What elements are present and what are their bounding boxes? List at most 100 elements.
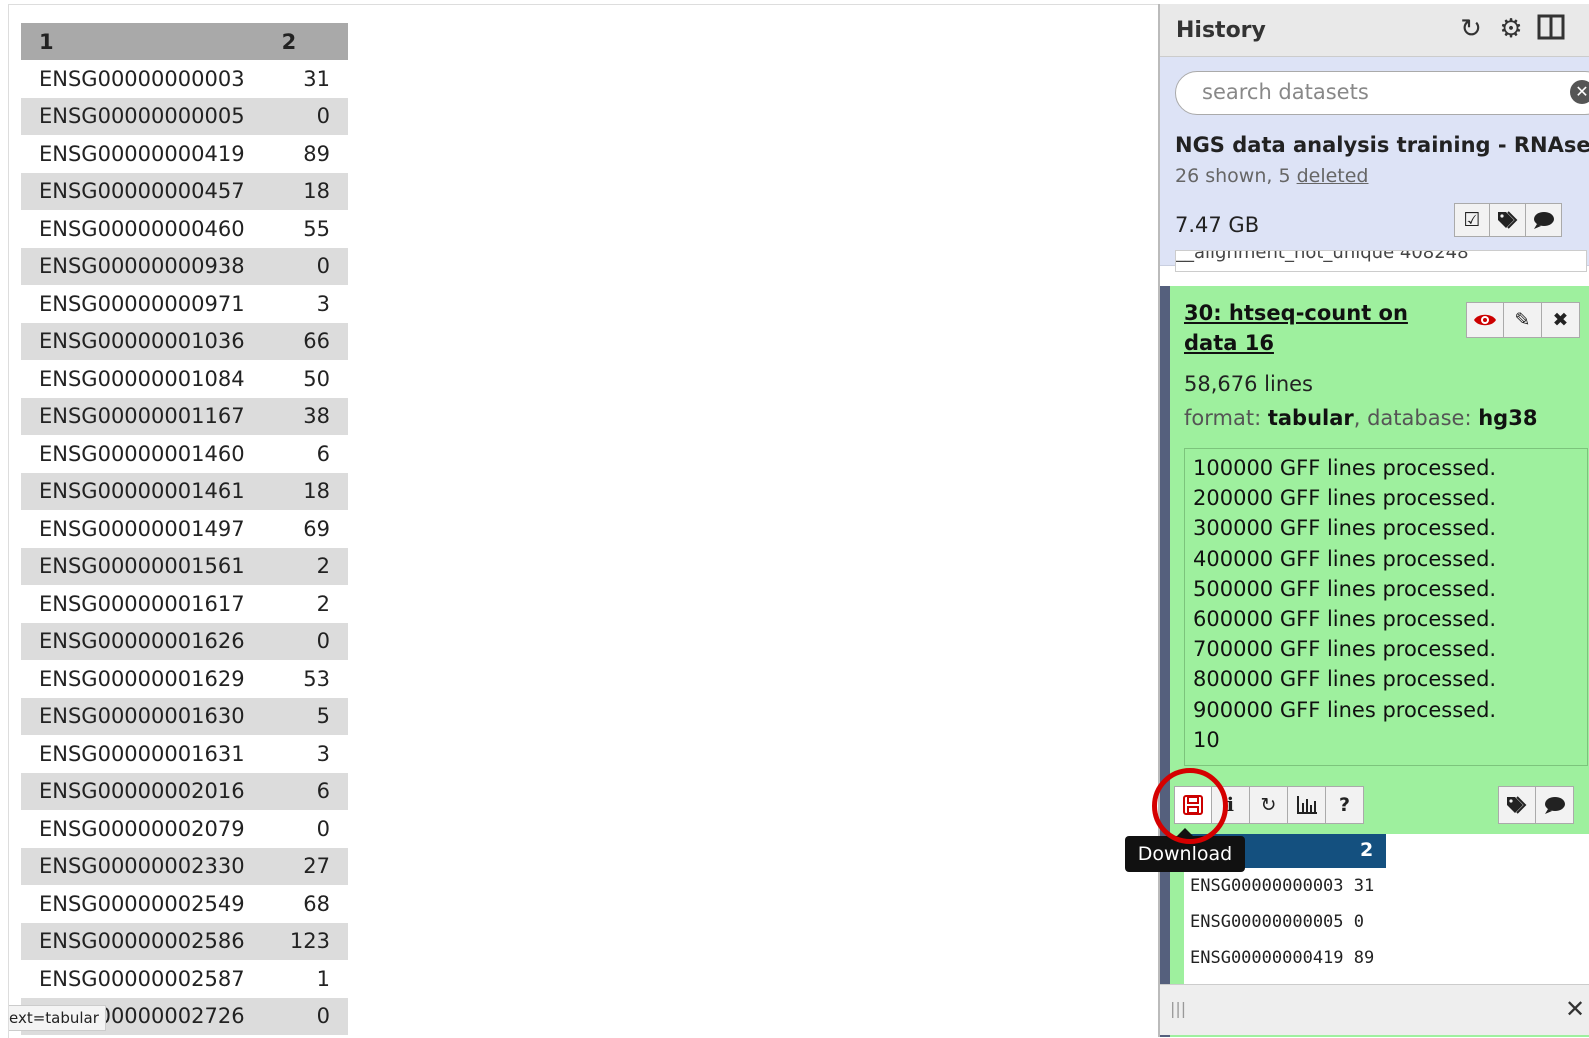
table-row: ENSG00000002330 27 <box>21 847 348 885</box>
table-row: ENSG00000002586 123 <box>21 922 348 960</box>
gene-id-cell: ENSG00000002586 <box>21 922 270 960</box>
dataset-title[interactable]: 30: htseq-count on data 16 <box>1184 298 1454 358</box>
comment-icon[interactable] <box>1526 203 1562 237</box>
info-line: 800000 GFF lines processed. <box>1193 667 1497 692</box>
info-line: 100000 GFF lines processed. <box>1193 456 1497 480</box>
gene-id-cell: ENSG00000000003 <box>39 66 245 91</box>
table-row: ENSG00000000971 3 <box>21 285 348 323</box>
history-footer: ||| ✕ <box>1160 984 1589 1035</box>
count-cell: 1 <box>316 966 330 991</box>
history-counts: 26 shown, 5 deleted <box>1175 165 1369 187</box>
resize-handle-icon[interactable]: ||| <box>1170 999 1186 1018</box>
delete-icon[interactable]: ✖ <box>1542 302 1580 338</box>
count-cell: 6 <box>269 772 348 810</box>
gene-id-cell: ENSG00000002079 <box>39 816 245 841</box>
table-row: ENSG00000001617 2 <box>21 585 348 623</box>
table-row: ENSG00000000460 55 <box>21 210 348 248</box>
comment-icon[interactable] <box>1536 786 1574 824</box>
deleted-link[interactable]: deleted <box>1297 165 1369 187</box>
chart-icon[interactable] <box>1288 786 1326 824</box>
clear-icon[interactable]: ✕ <box>1570 80 1589 104</box>
peek-row: ENSG00000000005 0 <box>1190 912 1364 932</box>
info-line: 600000 GFF lines processed. <box>1193 607 1497 632</box>
gene-id-cell: ENSG00000001630 <box>21 697 270 735</box>
table-header-row: 1 2 <box>21 23 348 60</box>
count-cell: 31 <box>303 66 330 91</box>
table-row: ENSG00000001629 53 <box>21 660 348 698</box>
column-header: 1 <box>21 23 270 60</box>
search-input[interactable]: search datasets ✕ <box>1175 71 1589 115</box>
count-cell: 53 <box>303 666 330 691</box>
center-panel: 1 2 ENSG00000000003 31 ENSG00000000005 0 ENS… <box>8 4 1159 1038</box>
gene-id-cell: ENSG00000000460 <box>39 216 245 241</box>
gene-id-cell: ENSG00000000419 <box>39 141 245 166</box>
table-row: ENSG00000000938 0 <box>21 247 348 285</box>
history-name[interactable]: NGS data analysis training - RNAseq <box>1175 133 1589 157</box>
search-placeholder: search datasets <box>1202 80 1369 104</box>
count-cell: 5 <box>269 697 348 735</box>
table-row: ENSG00000002587 1 <box>21 960 348 998</box>
table-row: ENSG00000002016 6 <box>21 772 348 810</box>
tags-icon[interactable] <box>1490 203 1526 237</box>
table-row: ENSG00000001460 6 <box>21 435 348 473</box>
close-icon[interactable]: ✕ <box>1565 995 1585 1023</box>
count-cell: 2 <box>269 547 348 585</box>
gear-icon[interactable]: ⚙ <box>1496 14 1526 44</box>
count-cell: 55 <box>303 216 330 241</box>
history-info: search datasets ✕ NGS data analysis trai… <box>1160 57 1589 266</box>
table-row: ENSG00000000419 89 <box>21 135 348 173</box>
count-cell: 89 <box>303 141 330 166</box>
columns-icon[interactable] <box>1536 14 1566 44</box>
info-line: 900000 GFF lines processed. <box>1193 697 1497 722</box>
count-cell: 18 <box>269 472 348 510</box>
peek-row: ENSG00000000419 89 <box>1190 948 1375 968</box>
tags-icon[interactable] <box>1498 786 1536 824</box>
gene-id-cell: ENSG00000001629 <box>39 666 245 691</box>
gene-id-cell: ENSG00000001497 <box>39 516 245 541</box>
gene-id-cell: ENSG00000001084 <box>39 366 245 391</box>
dataset-lines: 58,676 lines <box>1184 372 1313 396</box>
table-row: ENSG00000001167 38 <box>21 397 348 435</box>
table-row: ENSG00000001084 50 <box>21 360 348 398</box>
rerun-icon[interactable]: ↻ <box>1250 786 1288 824</box>
gene-id-cell: ENSG00000001460 <box>39 441 245 466</box>
count-cell: 18 <box>269 172 348 210</box>
dataset-primary-actions: ✎ ✖ <box>1466 302 1580 338</box>
dataset-table: 1 2 ENSG00000000003 31 ENSG00000000005 0 ENS… <box>21 23 348 1035</box>
history-header: History ↻ ⚙ <box>1160 4 1589 57</box>
count-cell: 3 <box>316 741 330 766</box>
gene-id-cell: ENSG00000002330 <box>21 847 270 885</box>
count-cell: 0 <box>269 622 348 660</box>
info-line: 300000 GFF lines processed. <box>1193 516 1497 541</box>
column-header: 2 <box>269 23 348 60</box>
count-cell: 68 <box>303 891 330 916</box>
info-line: 200000 GFF lines processed. <box>1193 486 1497 511</box>
help-icon[interactable]: ? <box>1326 786 1364 824</box>
count-cell: 69 <box>303 516 330 541</box>
gene-id-cell: ENSG00000000971 <box>39 291 245 316</box>
eye-icon[interactable] <box>1466 302 1504 338</box>
table-row: ENSG00000001561 2 <box>21 547 348 585</box>
count-cell: 123 <box>269 922 348 960</box>
gene-id-cell: ENSG00000001167 <box>21 397 270 435</box>
count-cell: 0 <box>269 997 348 1035</box>
gene-id-cell: ENSG00000001617 <box>39 591 245 616</box>
history-title: History <box>1176 18 1266 43</box>
count-cell: 50 <box>303 366 330 391</box>
gene-id-cell: ENSG00000001631 <box>39 741 245 766</box>
count-cell: 27 <box>269 847 348 885</box>
gene-id-cell: ENSG00000002016 <box>21 772 270 810</box>
previous-dataset-item[interactable]: __alignment_not_unique 408248 <box>1175 250 1587 272</box>
table-row: ENSG00000001497 69 <box>21 510 348 548</box>
gene-id-cell: ENSG00000001561 <box>21 547 270 585</box>
dataset-tag-actions <box>1498 786 1574 824</box>
table-row: ENSG00000001631 3 <box>21 735 348 773</box>
gene-id-cell: ENSG00000002587 <box>39 966 245 991</box>
history-panel: History ↻ ⚙ search datasets ✕ NGS data a… <box>1158 4 1589 1037</box>
table-row: ENSG00000001626 0 <box>21 622 348 660</box>
refresh-icon[interactable]: ↻ <box>1456 14 1486 44</box>
check-icon[interactable]: ☑ <box>1454 203 1490 237</box>
pencil-icon[interactable]: ✎ <box>1504 302 1542 338</box>
gene-id-cell: ENSG00000000457 <box>21 172 270 210</box>
gene-id-cell: ENSG00000001036 <box>21 322 270 360</box>
